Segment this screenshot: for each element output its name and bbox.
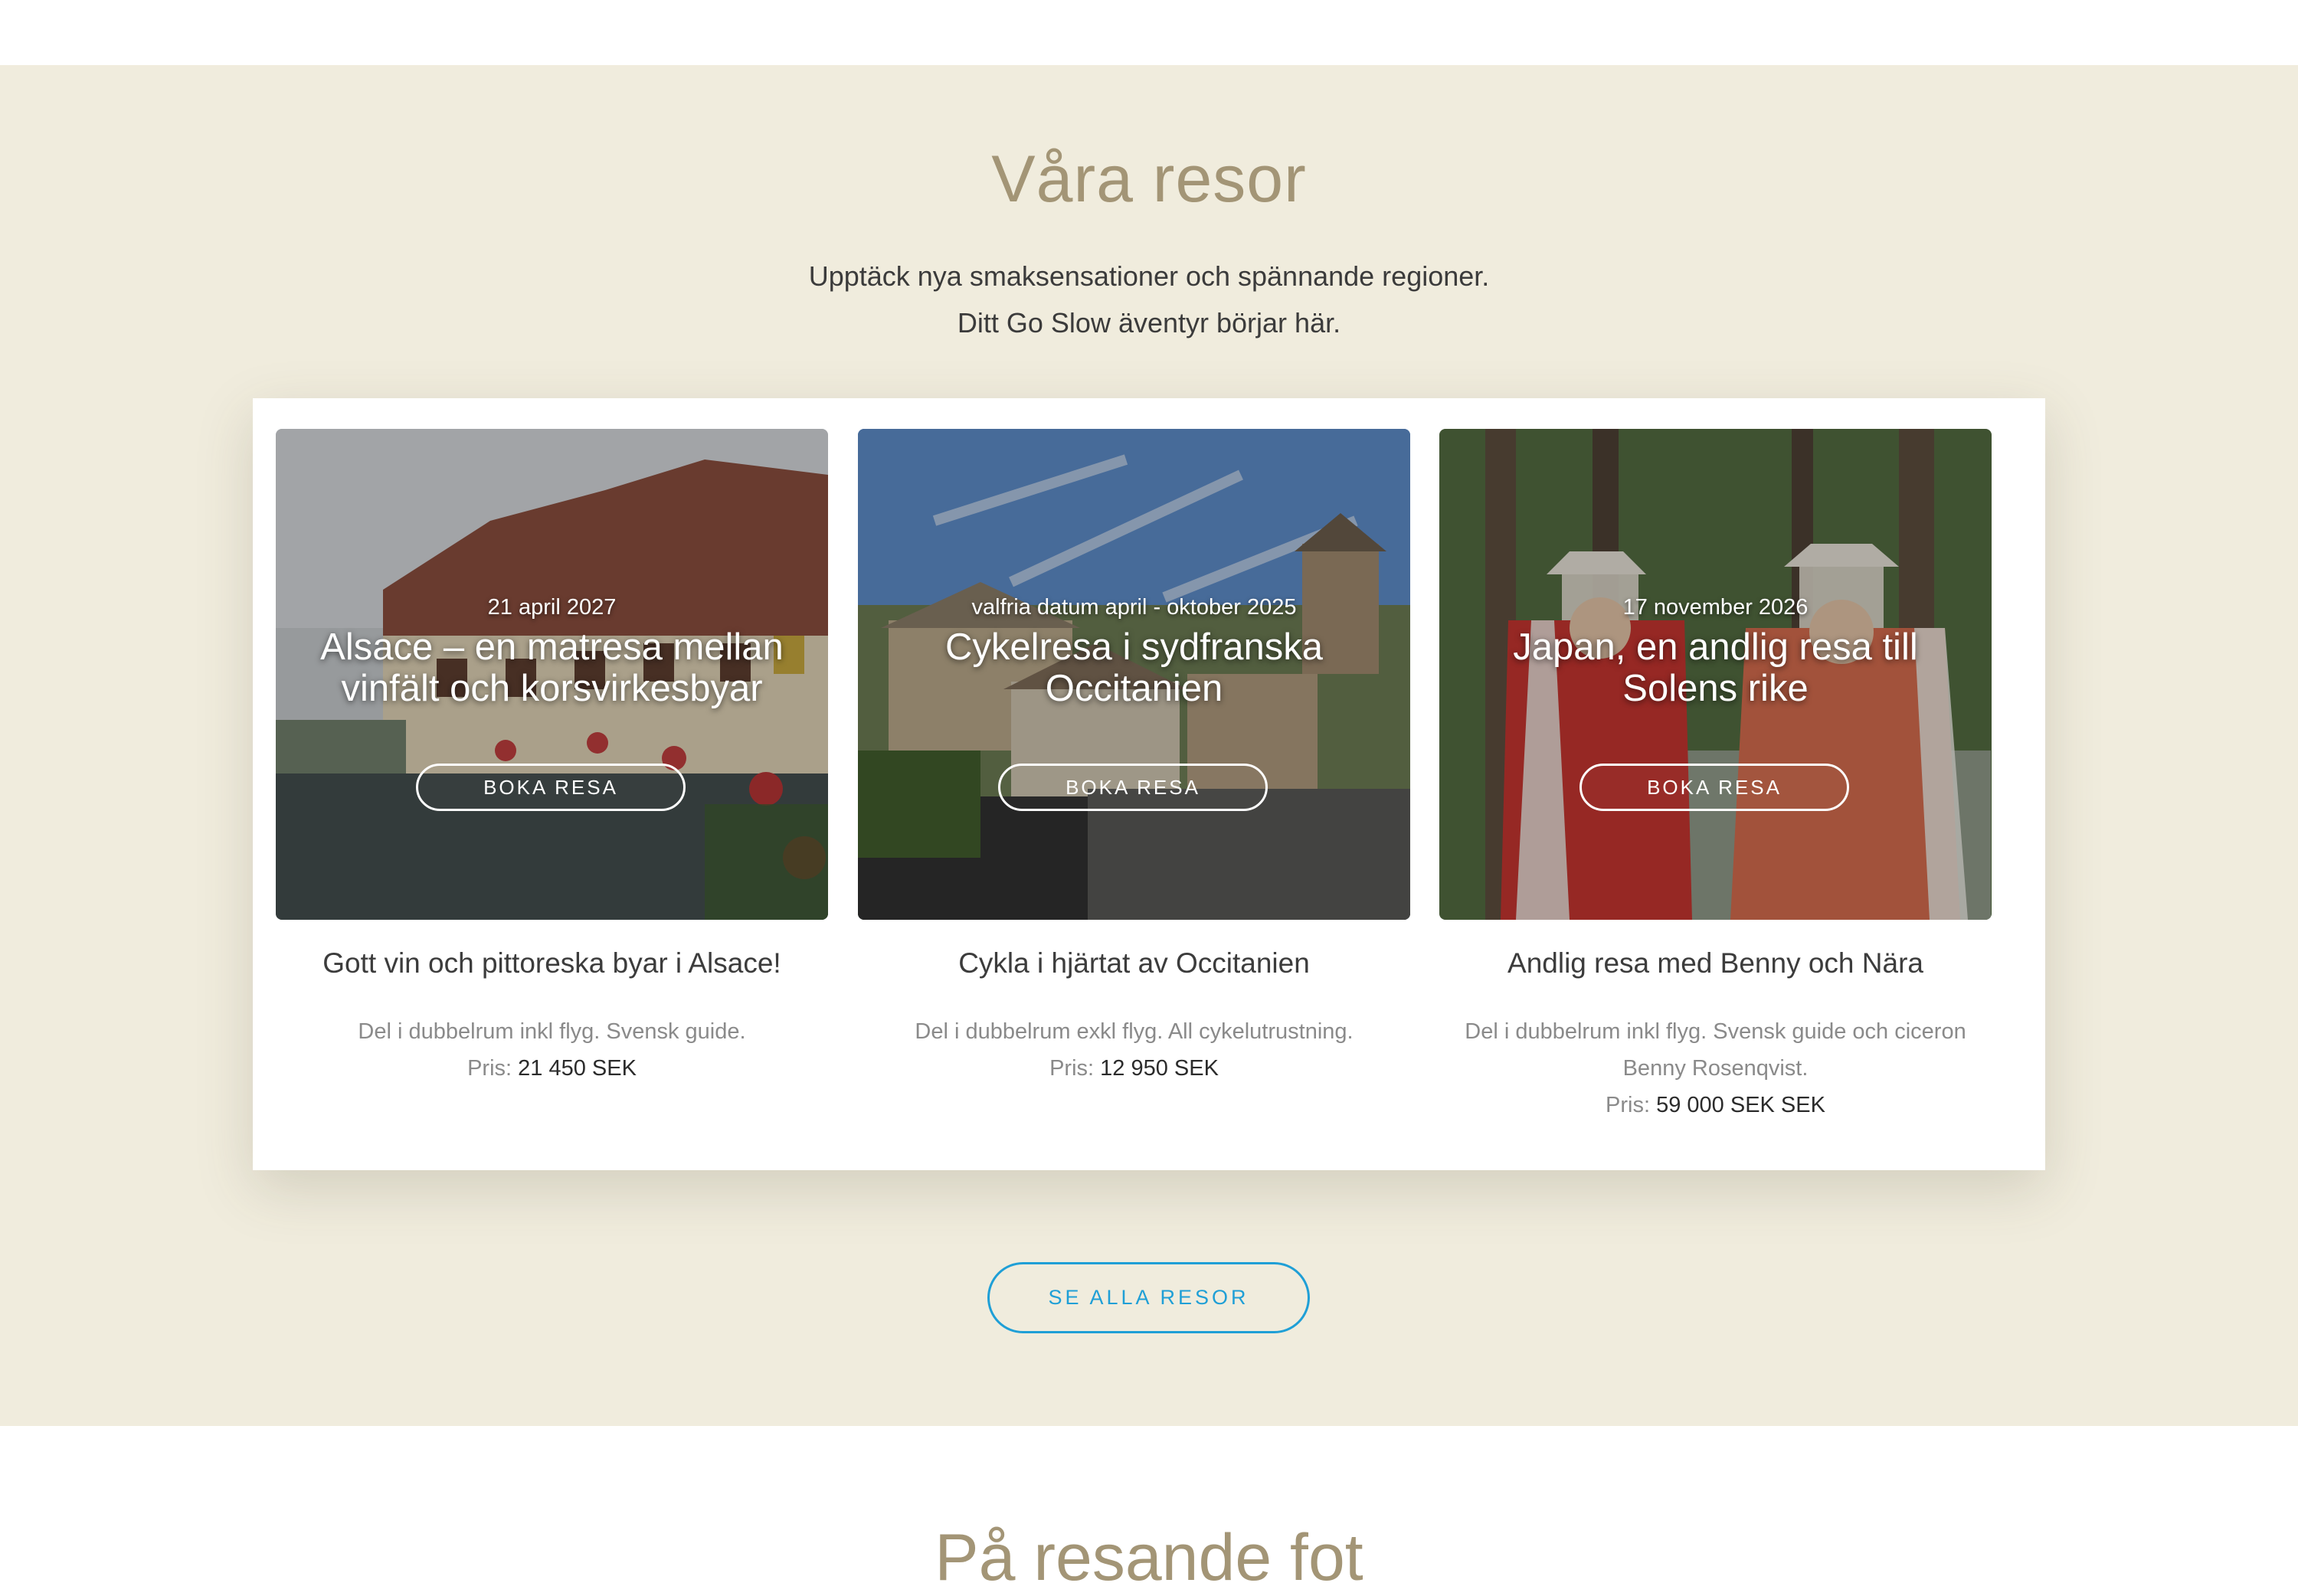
see-all-trips-button[interactable]: SE ALLA RESOR	[987, 1262, 1310, 1333]
trip-heading: Andlig resa med Benny och Nära	[1507, 947, 1923, 979]
subtitle-line-2: Ditt Go Slow äventyr börjar här.	[957, 307, 1341, 338]
trips-section: Våra resor Upptäck nya smaksensationer o…	[0, 65, 2298, 1426]
trip-image-occitanien[interactable]: valfria datum april - oktober 2025 Cykel…	[858, 429, 1410, 920]
trip-card-occitanien: valfria datum april - oktober 2025 Cykel…	[858, 429, 1410, 1087]
price-value: 59 000 SEK SEK	[1656, 1093, 1825, 1117]
price-label: Pris:	[1606, 1093, 1651, 1117]
trip-date: valfria datum april - oktober 2025	[971, 595, 1297, 620]
book-trip-button[interactable]: BOKA RESA	[416, 764, 686, 811]
section-subtitle: Upptäck nya smaksensationer och spännand…	[0, 253, 2298, 346]
subtitle-line-1: Upptäck nya smaksensationer och spännand…	[808, 260, 1490, 292]
trip-title: Alsace – en matresa mellan vinfält och k…	[320, 626, 784, 709]
top-band	[0, 0, 2298, 65]
trip-image-japan[interactable]: 17 november 2026 Japan, en andlig resa t…	[1439, 429, 1992, 920]
trip-price: Pris: 12 950 SEK	[858, 1050, 1410, 1087]
trip-date: 17 november 2026	[1622, 595, 1809, 620]
book-trip-button[interactable]: BOKA RESA	[998, 764, 1268, 811]
trip-description: Del i dubbelrum inkl flyg. Svensk guide.	[358, 1019, 746, 1044]
price-value: 21 450 SEK	[518, 1056, 637, 1081]
book-trip-button[interactable]: BOKA RESA	[1579, 764, 1849, 811]
price-label: Pris:	[1049, 1056, 1095, 1081]
trip-title: Cykelresa i sydfranska Occitanien	[945, 626, 1323, 709]
trip-title: Japan, en andlig resa till Solens rike	[1513, 626, 1918, 709]
trip-image-alsace[interactable]: 21 april 2027 Alsace – en matresa mellan…	[276, 429, 828, 920]
trip-heading: Cykla i hjärtat av Occitanien	[958, 947, 1310, 979]
trip-description: Del i dubbelrum inkl flyg. Svensk guide …	[1465, 1019, 1966, 1081]
trip-price: Pris: 59 000 SEK SEK	[1439, 1087, 1992, 1123]
trip-date: 21 april 2027	[487, 595, 617, 620]
section-title: Våra resor	[991, 142, 1307, 216]
trip-heading: Gott vin och pittoreska byar i Alsace!	[322, 947, 781, 979]
trip-card-japan: 17 november 2026 Japan, en andlig resa t…	[1439, 429, 1992, 1123]
price-label: Pris:	[467, 1056, 512, 1081]
trip-description: Del i dubbelrum exkl flyg. All cykelutru…	[915, 1019, 1354, 1044]
trip-cards-panel: 21 april 2027 Alsace – en matresa mellan…	[253, 398, 2045, 1170]
next-section-title: På resande fot	[935, 1521, 1363, 1594]
trip-price: Pris: 21 450 SEK	[276, 1050, 828, 1087]
price-value: 12 950 SEK	[1100, 1056, 1219, 1081]
trip-card-alsace: 21 april 2027 Alsace – en matresa mellan…	[276, 429, 828, 1087]
